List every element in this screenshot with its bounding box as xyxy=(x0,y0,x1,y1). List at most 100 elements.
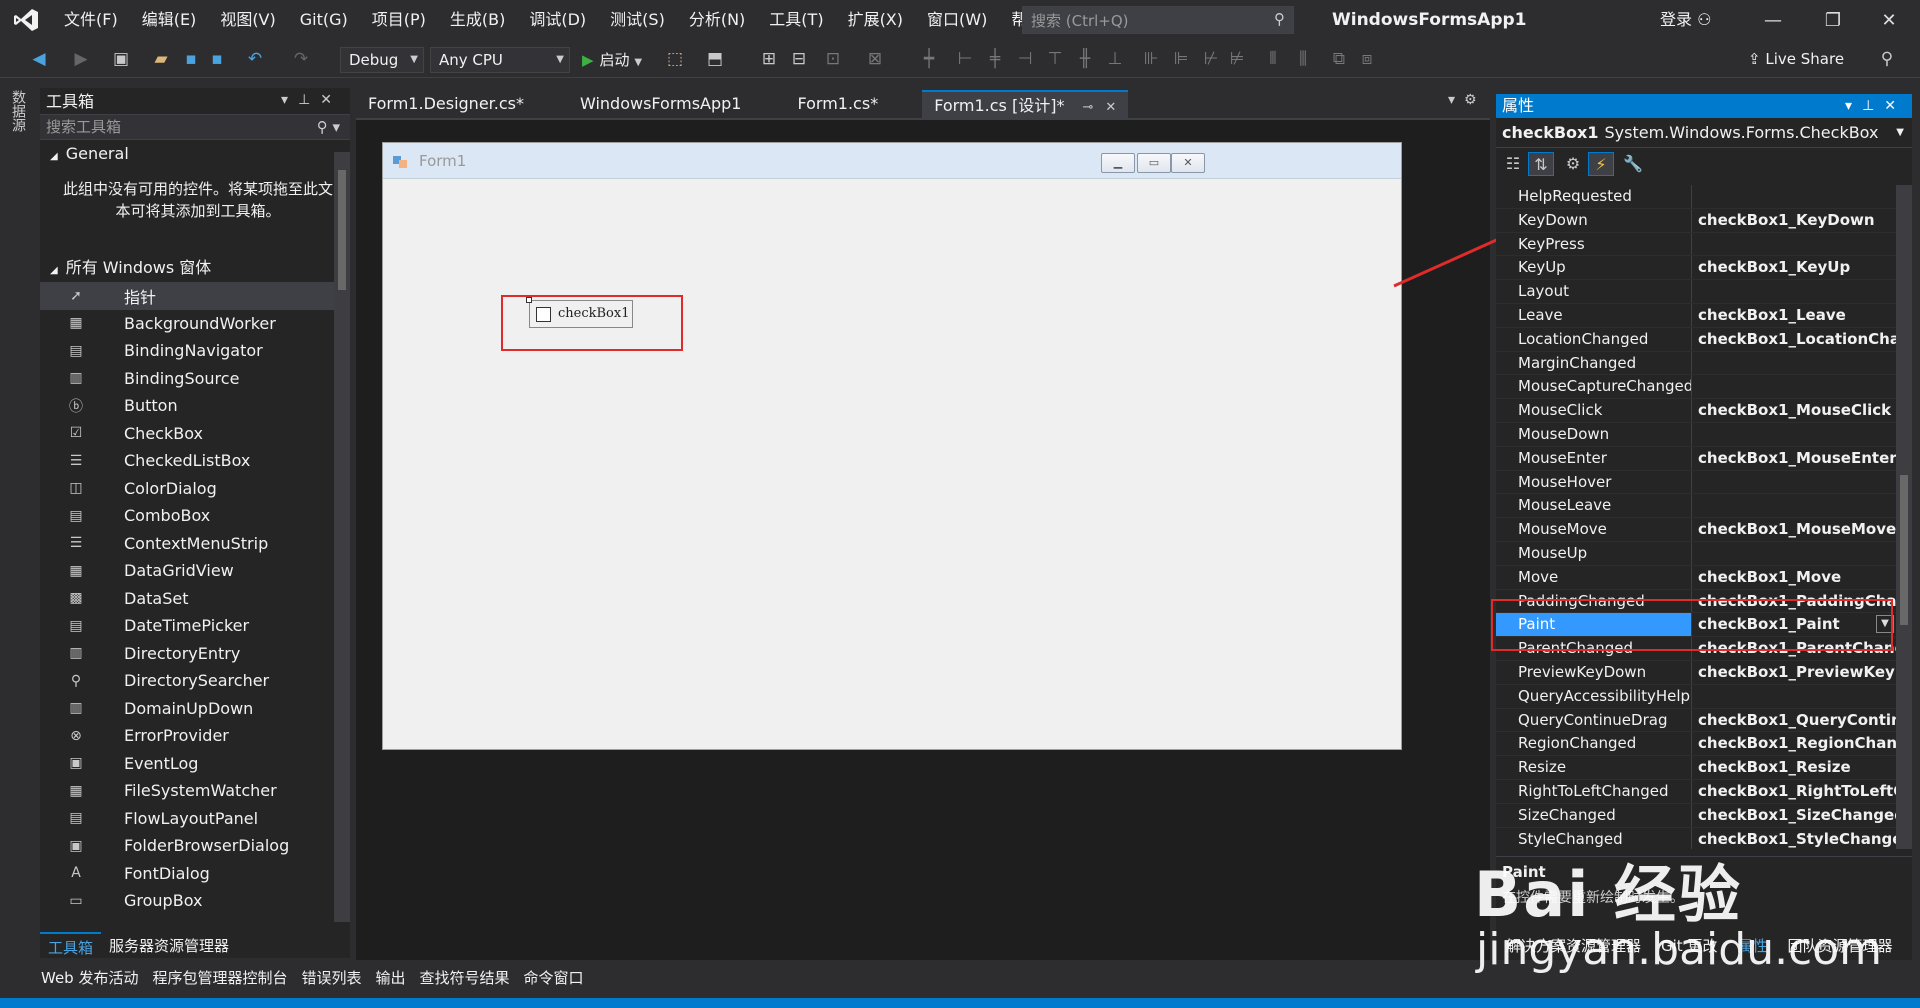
toolbox-item[interactable]: ▥ DomainUpDown xyxy=(40,695,350,723)
toolbox-item[interactable]: ⊗ ErrorProvider xyxy=(40,722,350,750)
restore-button[interactable]: ❐ xyxy=(1810,0,1856,40)
search-input[interactable]: 搜索 (Ctrl+Q) ⚲ xyxy=(1022,6,1294,34)
property-value[interactable]: checkBox1_RightToLeftC xyxy=(1692,780,1896,803)
toolbox-item[interactable]: ▤ FlowLayoutPanel xyxy=(40,805,350,833)
toolbox-item[interactable]: ▥ BindingSource xyxy=(40,365,350,393)
property-row[interactable]: QueryAccessibilityHelp xyxy=(1496,684,1896,709)
toolbox-item[interactable]: ▤ BindingNavigator xyxy=(40,337,350,365)
property-value[interactable]: checkBox1_Resize xyxy=(1692,756,1896,779)
dropdown-icon[interactable]: ▾ xyxy=(1845,98,1862,114)
events-lightning-icon[interactable]: ⚡ xyxy=(1588,152,1614,176)
tab-command-window[interactable]: 命令窗口 xyxy=(517,967,591,988)
toolbox-item[interactable]: ▤ ComboBox xyxy=(40,502,350,530)
menu-item-10[interactable]: 扩展(X) xyxy=(836,0,915,40)
feedback-icon[interactable]: ⚲ xyxy=(1876,48,1898,70)
property-value[interactable]: checkBox1_RegionChang xyxy=(1692,732,1896,755)
property-row[interactable]: RegionChanged checkBox1_RegionChang xyxy=(1496,732,1896,757)
property-row[interactable]: MouseEnter checkBox1_MouseEnter xyxy=(1496,446,1896,471)
property-row[interactable]: Layout xyxy=(1496,280,1896,304)
new-project-icon[interactable]: ▣ xyxy=(110,48,132,70)
minimize-button[interactable]: — xyxy=(1750,0,1796,40)
toolbox-item[interactable]: ▤ DateTimePicker xyxy=(40,612,350,640)
configuration-dropdown[interactable]: Debug ▼ xyxy=(340,47,424,73)
toolbox-search-input[interactable]: 搜索工具箱 ⚲ ▾ xyxy=(40,114,350,140)
property-value[interactable]: checkBox1_Move xyxy=(1692,566,1896,589)
property-value[interactable] xyxy=(1692,685,1896,708)
form1-window[interactable]: Form1 ▁ ▭ ✕ checkBox1 xyxy=(382,142,1402,750)
property-value[interactable] xyxy=(1692,375,1896,398)
toolbox-item[interactable]: A FontDialog xyxy=(40,860,350,888)
property-row[interactable]: MouseCaptureChanged xyxy=(1496,375,1896,400)
properties-scrollbar[interactable] xyxy=(1896,185,1912,849)
menu-item-1[interactable]: 编辑(E) xyxy=(130,0,209,40)
object-selector[interactable]: checkBox1 System.Windows.Forms.CheckBox ▼ xyxy=(1496,118,1912,148)
toolbox-item[interactable]: ▦ DataGridView xyxy=(40,557,350,585)
menu-item-2[interactable]: 视图(V) xyxy=(208,0,287,40)
align-top-icon[interactable]: ⊤ xyxy=(1044,48,1066,70)
property-row[interactable]: Resize checkBox1_Resize xyxy=(1496,756,1896,780)
data-sources-tab[interactable]: 数据源 xyxy=(8,90,28,146)
property-value[interactable] xyxy=(1692,471,1896,494)
property-value[interactable] xyxy=(1692,494,1896,517)
platform-dropdown[interactable]: Any CPU ▼ xyxy=(430,47,570,73)
property-value[interactable] xyxy=(1692,542,1896,565)
tab-web-publish[interactable]: Web 发布活动 xyxy=(34,967,145,988)
property-row[interactable]: MouseClick checkBox1_MouseClick xyxy=(1496,399,1896,423)
gear-icon[interactable]: ⚙ xyxy=(1464,92,1477,108)
spacing-icon[interactable]: ⫴ xyxy=(1262,48,1284,70)
tab-error-list[interactable]: 错误列表 xyxy=(295,967,369,988)
align-center-icon[interactable]: ╪ xyxy=(984,48,1006,70)
pin-icon[interactable]: ⊥ xyxy=(1862,98,1884,114)
toolbox-item[interactable]: ☰ ContextMenuStrip xyxy=(40,530,350,558)
undo-icon[interactable]: ↶ xyxy=(244,48,266,70)
property-row[interactable]: QueryContinueDrag checkBox1_QueryContinu xyxy=(1496,708,1896,733)
toolbox-item[interactable]: ◫ ColorDialog xyxy=(40,475,350,503)
size-icon[interactable]: ⊪ xyxy=(1140,48,1162,70)
property-row[interactable]: KeyPress xyxy=(1496,232,1896,257)
categorized-icon[interactable]: ☷ xyxy=(1500,152,1526,176)
menu-item-5[interactable]: 生成(B) xyxy=(438,0,517,40)
align-left-icon[interactable]: ⊢ xyxy=(954,48,976,70)
property-value[interactable]: checkBox1_LocationChar xyxy=(1692,328,1896,351)
toolbox-item[interactable]: ☑ CheckBox xyxy=(40,420,350,448)
toolbox-item[interactable]: ▥ DirectoryEntry xyxy=(40,640,350,668)
property-pages-icon[interactable]: 🔧 xyxy=(1620,152,1646,176)
toolbox-item[interactable]: ▭ GroupBox xyxy=(40,887,350,915)
toolbox-group-all-windows-forms[interactable]: ◢ 所有 Windows 窗体 xyxy=(40,254,350,282)
align-right-icon[interactable]: ⊣ xyxy=(1014,48,1036,70)
menu-item-6[interactable]: 调试(D) xyxy=(517,0,598,40)
menu-item-3[interactable]: Git(G) xyxy=(288,0,360,40)
redo-icon[interactable]: ↷ xyxy=(290,48,312,70)
property-value[interactable]: checkBox1_MouseMove xyxy=(1692,518,1896,541)
property-row[interactable]: MarginChanged xyxy=(1496,351,1896,376)
tab-form1-designer-cs[interactable]: Form1.Designer.cs* xyxy=(356,90,536,118)
properties-view-icon[interactable]: ⚙ xyxy=(1560,152,1586,176)
property-row[interactable]: LocationChanged checkBox1_LocationChar xyxy=(1496,327,1896,352)
menu-item-7[interactable]: 测试(S) xyxy=(598,0,677,40)
align-icon[interactable]: ⊠ xyxy=(864,48,886,70)
property-row[interactable]: KeyUp checkBox1_KeyUp xyxy=(1496,256,1896,281)
tab-output[interactable]: 输出 xyxy=(369,967,413,988)
menu-item-9[interactable]: 工具(T) xyxy=(757,0,835,40)
property-row[interactable]: SizeChanged checkBox1_SizeChanged xyxy=(1496,803,1896,828)
order-icon[interactable]: ⧉ xyxy=(1328,48,1350,70)
align-icon[interactable]: ⊡ xyxy=(822,48,844,70)
size-icon[interactable]: ⊬ xyxy=(1200,48,1222,70)
close-icon[interactable]: ✕ xyxy=(1105,100,1116,115)
back-icon[interactable]: ◀ xyxy=(28,48,50,70)
publish-icon[interactable]: ⬒ xyxy=(704,48,726,70)
property-row[interactable]: HelpRequested xyxy=(1496,185,1896,209)
tab-windowsformsapp1[interactable]: WindowsFormsApp1 xyxy=(568,90,754,118)
open-folder-icon[interactable]: ▰ xyxy=(150,48,172,70)
tab-find-symbol-results[interactable]: 查找符号结果 xyxy=(413,967,517,988)
scrollbar-thumb[interactable] xyxy=(1900,475,1908,625)
start-debugging-button[interactable]: ▶ 启动 ▼ xyxy=(582,47,642,73)
toolbox-item[interactable]: ⓑ Button xyxy=(40,392,350,420)
size-icon[interactable]: ⊫ xyxy=(1170,48,1192,70)
dropdown-icon[interactable]: ▾ xyxy=(281,92,298,108)
dropdown-icon[interactable]: ▾ xyxy=(1448,92,1455,108)
tab-server-explorer[interactable]: 服务器资源管理器 xyxy=(101,932,237,958)
toolbox-item[interactable]: ▦ BackgroundWorker xyxy=(40,310,350,338)
property-row[interactable]: MouseUp xyxy=(1496,541,1896,566)
menu-item-0[interactable]: 文件(F) xyxy=(52,0,130,40)
